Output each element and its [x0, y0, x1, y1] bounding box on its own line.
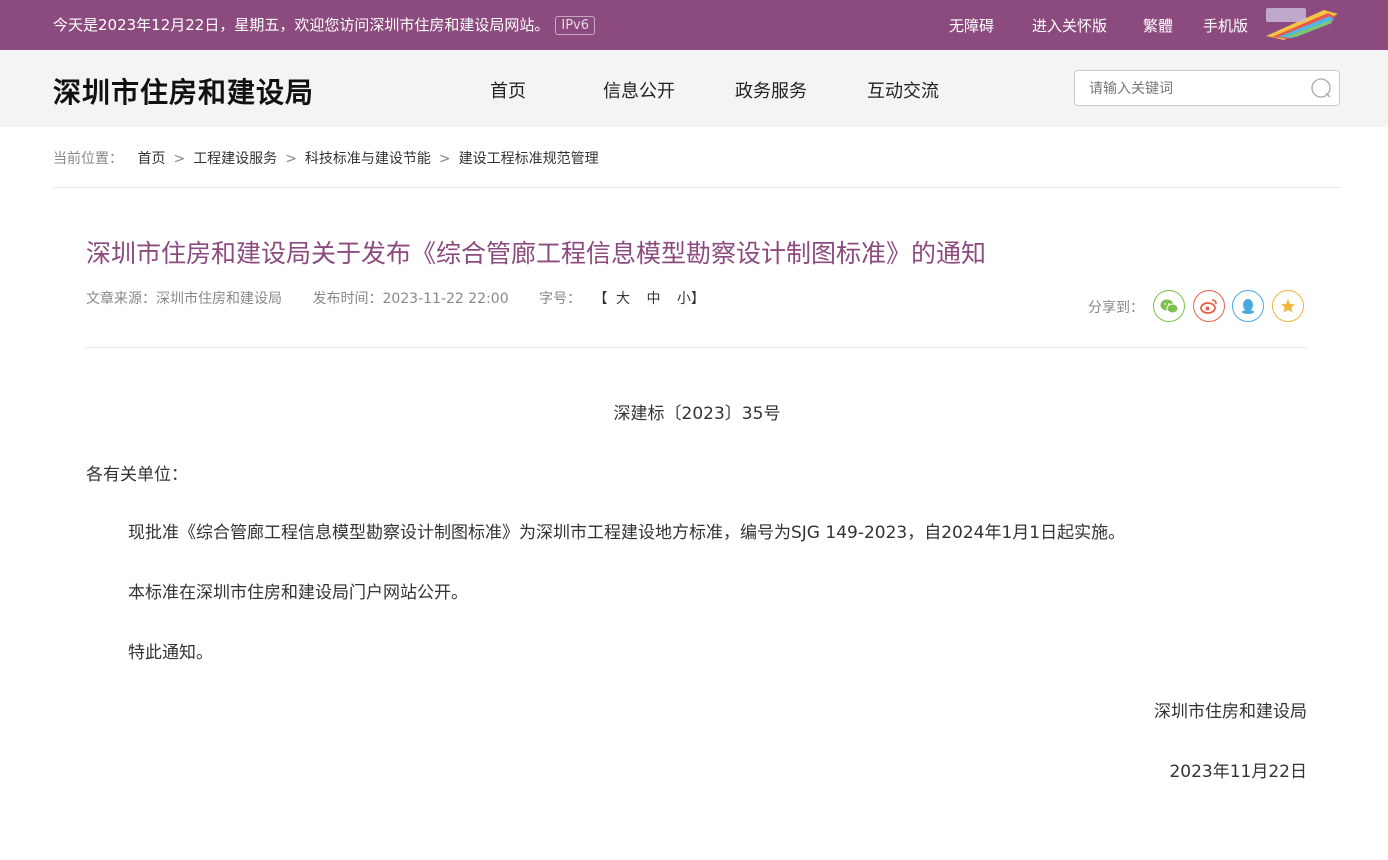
qzone-star-icon	[1281, 299, 1295, 313]
search-input[interactable]	[1087, 78, 1301, 100]
source-label: 文章来源：	[86, 291, 156, 307]
breadcrumb-label: 当前位置：	[53, 151, 123, 167]
breadcrumb-separator: >	[285, 151, 297, 167]
font-size-large[interactable]: 大	[616, 291, 630, 307]
nav-home[interactable]: 首页	[490, 77, 526, 103]
breadcrumb-tech-standards[interactable]: 科技标准与建设节能	[305, 151, 431, 167]
wechat-icon	[1160, 299, 1179, 314]
ipv6-badge: IPv6	[555, 16, 595, 35]
document-number: 深建标〔2023〕35号	[613, 404, 781, 424]
font-size-medium[interactable]: 中	[646, 291, 660, 307]
rainbow-logo-icon[interactable]	[1264, 6, 1340, 42]
breadcrumb-engineering-services[interactable]: 工程建设服务	[193, 151, 277, 167]
date-label: 发布时间：	[312, 291, 383, 307]
qq-icon	[1242, 299, 1254, 314]
publish-date: 2023-11-22 22:00	[382, 291, 509, 307]
share-label: 分享到：	[1088, 300, 1144, 316]
breadcrumb-separator: >	[438, 151, 451, 167]
qq-share-button[interactable]	[1232, 290, 1264, 322]
site-title[interactable]: 深圳市住房和建设局	[53, 71, 314, 111]
search-icon[interactable]	[1311, 78, 1331, 98]
mobile-version-link[interactable]: 手机版	[1203, 15, 1248, 36]
font-size-small[interactable]: 小	[677, 291, 691, 307]
nav-government-services[interactable]: 政务服务	[735, 77, 807, 103]
divider	[53, 187, 1340, 188]
nav-info-disclosure[interactable]: 信息公开	[603, 77, 675, 103]
weibo-share-button[interactable]	[1193, 290, 1225, 322]
traditional-chinese-link[interactable]: 繁體	[1143, 15, 1173, 36]
search-box	[1074, 70, 1340, 106]
article-source: 深圳市住房和建设局	[156, 291, 282, 307]
breadcrumb-home[interactable]: 首页	[137, 151, 165, 167]
divider	[86, 347, 1307, 348]
article-title: 深圳市住房和建设局关于发布《综合管廊工程信息模型勘察设计制图标准》的通知	[86, 239, 987, 268]
font-size-label: 字号：	[539, 291, 582, 307]
wechat-share-button[interactable]	[1153, 290, 1185, 322]
font-size-bracket-close: 】	[690, 291, 705, 307]
signature: 深圳市住房和建设局	[1154, 702, 1307, 722]
signature-date: 2023年11月22日	[1169, 762, 1307, 782]
article-meta: 文章来源：深圳市住房和建设局 发布时间：2023-11-22 22:00 字号：…	[86, 288, 705, 308]
welcome-message: 今天是2023年12月22日，星期五，欢迎您访问深圳市住房和建设局网站。	[53, 16, 550, 34]
paragraph: 现批准《综合管廊工程信息模型勘察设计制图标准》为深圳市工程建设地方标准，编号为S…	[128, 523, 1126, 543]
paragraph: 本标准在深圳市住房和建设局门户网站公开。	[128, 583, 468, 603]
top-bar: 今天是2023年12月22日，星期五，欢迎您访问深圳市住房和建设局网站。 IPv6…	[0, 0, 1388, 50]
paragraph: 特此通知。	[128, 643, 213, 663]
qzone-share-button[interactable]	[1272, 290, 1304, 322]
salutation: 各有关单位：	[86, 465, 188, 485]
breadcrumb-separator: >	[173, 151, 186, 167]
care-version-link[interactable]: 进入关怀版	[1032, 15, 1107, 36]
nav-interaction[interactable]: 互动交流	[867, 77, 939, 103]
accessibility-link[interactable]: 无障碍	[949, 15, 994, 36]
breadcrumb-standards-management[interactable]: 建设工程标准规范管理	[459, 151, 599, 167]
welcome-text: 今天是2023年12月22日，星期五，欢迎您访问深圳市住房和建设局网站。 IPv6	[53, 14, 595, 35]
breadcrumb: 当前位置： 首页 > 工程建设服务 > 科技标准与建设节能 > 建设工程标准规范管理	[53, 148, 599, 168]
weibo-icon	[1200, 299, 1217, 314]
font-size-bracket-open: 【	[593, 291, 608, 307]
